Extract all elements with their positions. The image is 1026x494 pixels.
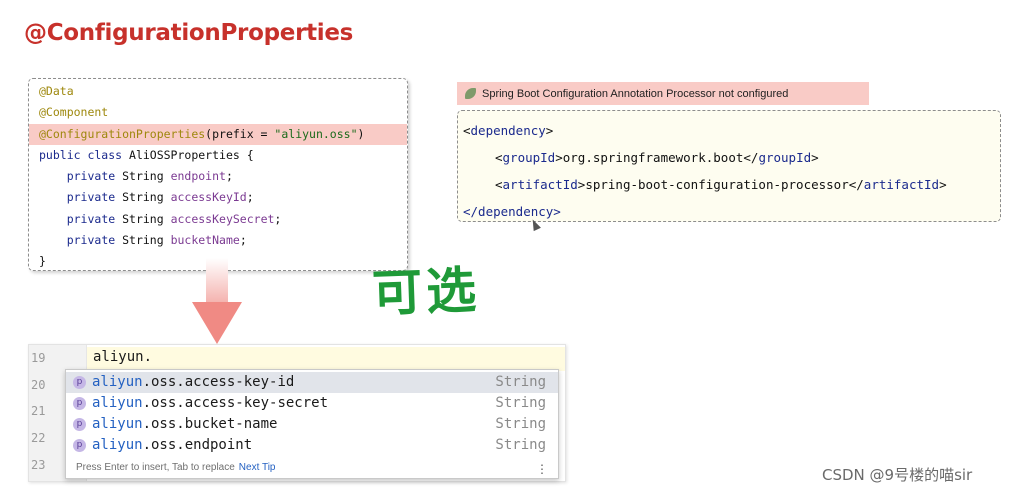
suggestion-type: String: [495, 437, 546, 453]
suggestion-rest: .oss.access-key-id: [142, 374, 295, 390]
code-line-field: private String endpoint;: [29, 166, 407, 187]
suggestion-type: String: [495, 395, 546, 411]
suggestion-item-access-key-id[interactable]: p aliyun.oss.access-key-id String: [66, 372, 558, 393]
code-line-class-decl: public class AliOSSProperties {: [29, 145, 407, 166]
suggestion-rest: .oss.endpoint: [142, 437, 253, 453]
suggestion-rest: .oss.bucket-name: [142, 416, 278, 432]
field-type: String: [122, 169, 171, 184]
xml-gt: >: [545, 123, 554, 138]
suggestion-label: aliyun.oss.access-key-secret: [92, 393, 328, 414]
code-line-component: @Component: [29, 102, 407, 123]
annotation-args: (prefix =: [205, 126, 275, 141]
field-end: ;: [225, 169, 233, 184]
current-line-highlight: [87, 347, 565, 371]
line-number: 19: [31, 351, 46, 365]
class-name: AliOSSProperties {: [129, 147, 254, 162]
suggestion-prefix: aliyun: [92, 416, 143, 432]
field-end: ;: [246, 190, 254, 205]
code-line-field: private String accessKeySecret;: [29, 209, 407, 230]
field-name: endpoint: [170, 169, 226, 184]
suggestion-item-access-key-secret[interactable]: p aliyun.oss.access-key-secret String: [66, 393, 558, 414]
kebab-menu-icon[interactable]: ⋮: [536, 462, 548, 476]
xml-tag-groupid: groupId: [502, 150, 556, 165]
xml-groupid-line: <groupId>org.springframework.boot</group…: [495, 150, 819, 165]
annotation-data: @Data: [39, 84, 74, 98]
maven-dependency-box: <dependency> <groupId>org.springframewor…: [457, 110, 1001, 222]
suggestion-item-endpoint[interactable]: p aliyun.oss.endpoint String: [66, 435, 558, 456]
field-end: ;: [239, 233, 247, 248]
field-name: accessKeySecret: [170, 211, 275, 226]
spring-leaf-icon: [465, 88, 476, 99]
property-icon: p: [73, 418, 86, 431]
annotation-component: @Component: [39, 105, 109, 120]
class-keyword: public class: [39, 147, 130, 162]
code-line-configuration-properties: @ConfigurationProperties(prefix = "aliyu…: [29, 123, 407, 145]
annotation-configuration-properties: @ConfigurationProperties: [39, 126, 206, 141]
suggestion-label: aliyun.oss.access-key-id: [92, 372, 294, 393]
field-type: String: [122, 190, 171, 205]
field-modifier: private: [66, 190, 123, 205]
field-name: accessKeyId: [170, 190, 247, 205]
autocomplete-popup[interactable]: p aliyun.oss.access-key-id String p aliy…: [65, 369, 559, 479]
suggestion-type: String: [495, 374, 546, 390]
line-number: 23: [31, 458, 46, 472]
popup-footer: Press Enter to insert, Tab to replace Nex…: [76, 462, 275, 473]
suggestion-prefix: aliyun: [92, 374, 143, 390]
xml-tag-dependency-close: </dependency>: [463, 204, 561, 219]
suggestion-type: String: [495, 416, 546, 432]
watermark: CSDN @9号楼的喵sir: [822, 466, 973, 484]
suggestion-label: aliyun.oss.endpoint: [92, 435, 252, 456]
property-icon: p: [73, 397, 86, 410]
suggestion-rest: .oss.access-key-secret: [142, 395, 329, 411]
line-number: 22: [31, 431, 46, 445]
line-number: 21: [31, 404, 46, 418]
xml-artifactid-line: <artifactId>spring-boot-configuration-pr…: [495, 177, 947, 192]
property-icon: p: [73, 439, 86, 452]
property-icon: p: [73, 376, 86, 389]
class-close-brace: }: [39, 254, 46, 269]
xml-dependency-open: <dependency>: [458, 117, 1000, 144]
suggestion-prefix: aliyun: [92, 395, 143, 411]
code-line-field: private String accessKeyId;: [29, 187, 407, 208]
page-title: @ConfigurationProperties: [24, 20, 354, 46]
field-modifier: private: [66, 169, 123, 184]
xml-tag-dependency: dependency: [470, 123, 546, 138]
code-line-field: private String bucketName;: [29, 230, 407, 251]
xml-artifactid-value: spring-boot-configuration-processor: [585, 177, 849, 192]
java-code-box: @Data @Component @ConfigurationPropertie…: [28, 78, 408, 271]
field-type: String: [122, 211, 171, 226]
warning-text: Spring Boot Configuration Annotation Pro…: [482, 87, 789, 100]
line-number: 20: [31, 378, 46, 392]
xml-tag-groupid-close: groupId: [758, 150, 812, 165]
down-arrow-icon: [192, 302, 242, 344]
field-name: bucketName: [170, 233, 240, 248]
suggestion-item-bucket-name[interactable]: p aliyun.oss.bucket-name String: [66, 414, 558, 435]
optional-label: 可选: [371, 261, 482, 323]
down-arrow-shaft: [206, 258, 228, 304]
xml-dependency-close: </dependency>: [458, 198, 1000, 225]
field-type: String: [122, 233, 171, 248]
xml-tag-artifactid: artifactId: [502, 177, 578, 192]
suggestion-label: aliyun.oss.bucket-name: [92, 414, 277, 435]
xml-lt: <: [463, 123, 471, 138]
next-tip-link[interactable]: Next Tip: [239, 462, 276, 473]
field-end: ;: [274, 211, 282, 226]
footer-hint: Press Enter to insert, Tab to replace: [76, 462, 235, 473]
field-modifier: private: [66, 233, 123, 248]
processor-warning-banner[interactable]: Spring Boot Configuration Annotation Pro…: [457, 82, 869, 105]
editor-typed-text[interactable]: aliyun.: [93, 349, 152, 365]
xml-groupid-value: org.springframework.boot: [562, 150, 744, 165]
prefix-string: "aliyun.oss": [274, 126, 358, 141]
field-modifier: private: [66, 211, 123, 226]
suggestion-prefix: aliyun: [92, 437, 143, 453]
code-line-data: @Data: [29, 81, 407, 102]
code-editor[interactable]: 19 20 21 22 23 aliyun. p aliyun.oss.acce…: [28, 344, 566, 482]
xml-tag-artifactid-close: artifactId: [863, 177, 940, 192]
annotation-close: ): [357, 126, 365, 141]
